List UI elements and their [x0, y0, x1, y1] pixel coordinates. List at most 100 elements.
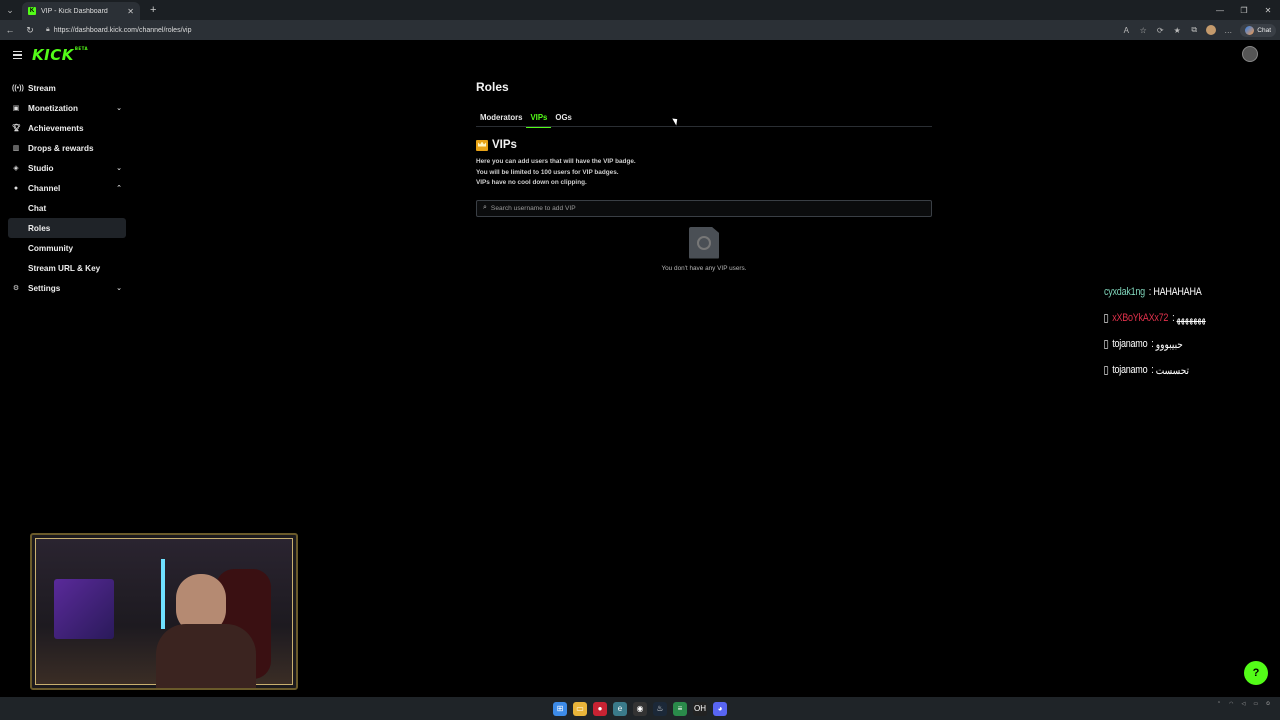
webcam-feed	[30, 533, 298, 690]
tab-moderators[interactable]: Moderators	[476, 113, 526, 127]
user-avatar[interactable]	[1242, 46, 1258, 62]
sidebar-item-chat[interactable]: Chat	[8, 198, 126, 218]
sidebar-item-label: Drops & rewards	[28, 143, 94, 153]
sidebar: ((•)) Stream ▣ Monetization ⌄ 🏆︎ Achieve…	[8, 78, 126, 298]
copilot-icon	[1245, 25, 1255, 35]
chat-separator: :	[1169, 312, 1177, 324]
search-icon: ⌕	[483, 204, 487, 211]
sidebar-item-channel[interactable]: ● Channel ⌃	[8, 178, 126, 198]
sidebar-item-stream-url-key[interactable]: Stream URL & Key	[8, 258, 126, 278]
search-box[interactable]: ⌕	[476, 199, 932, 217]
chat-bubble-icon: ?	[1252, 667, 1260, 679]
back-arrow-icon[interactable]: ←	[4, 24, 16, 36]
read-aloud-icon[interactable]: A	[1121, 25, 1131, 35]
chat-text: حبيبووو	[1155, 338, 1183, 351]
battery-icon[interactable]: ▭	[1253, 701, 1258, 707]
page-title: Roles	[476, 80, 509, 94]
webcam-frame	[35, 538, 293, 688]
sidebar-item-achievements[interactable]: 🏆︎ Achievements	[8, 118, 126, 138]
sidebar-item-stream[interactable]: ((•)) Stream	[8, 78, 126, 98]
chat-badge-icon	[1104, 365, 1109, 375]
more-options-icon[interactable]: …	[1223, 25, 1233, 35]
chevron-down-icon: ⌄	[116, 285, 122, 292]
window-close-icon[interactable]: ✕	[1256, 0, 1280, 20]
sidebar-item-studio[interactable]: ◈ Studio ⌄	[8, 158, 126, 178]
restore-icon[interactable]: ❐	[1232, 0, 1256, 20]
volume-icon[interactable]: ◁	[1242, 701, 1246, 707]
kick-logo[interactable]: KICKBETA	[32, 46, 88, 64]
system-tray: ⌃ ◠ ◁ ▭ ⏲	[1217, 701, 1270, 707]
url-text: https://dashboard.kick.com/channel/roles…	[53, 26, 192, 34]
browser-tabbar: ⌄ K VIP - Kick Dashboard ✕ + — ❐ ✕	[0, 0, 1280, 20]
collections-icon[interactable]: ⧉	[1189, 25, 1199, 35]
sidebar-item-settings[interactable]: ⚙ Settings ⌄	[8, 278, 126, 298]
vip-description: Here you can add users that will have th…	[476, 157, 932, 189]
url-field[interactable]: 🔒︎ https://dashboard.kick.com/channel/ro…	[44, 23, 1104, 37]
address-bar: ← ↻ 🔒︎ https://dashboard.kick.com/channe…	[0, 20, 1280, 40]
chat-support-button[interactable]: ?	[1244, 661, 1268, 685]
chat-separator: :	[1148, 364, 1156, 376]
minimize-icon[interactable]: —	[1208, 0, 1232, 20]
lock-icon: 🔒︎	[46, 26, 50, 33]
section-title: VIPs	[492, 139, 517, 151]
obs-icon[interactable]: ◉	[633, 701, 647, 716]
sidebar-item-label: Stream URL & Key	[28, 263, 101, 273]
chat-text: HAHAHAHA	[1153, 286, 1202, 298]
hamburger-menu-icon[interactable]	[13, 51, 22, 60]
tab-actions-menu-icon[interactable]: ⌄	[0, 0, 20, 20]
description-line: Here you can add users that will have th…	[476, 158, 636, 165]
tab-ogs[interactable]: OGs	[551, 113, 575, 127]
chat-username: tojanamo	[1112, 338, 1148, 350]
oh-app-icon[interactable]: OH	[693, 701, 707, 716]
app-red-icon[interactable]: ●	[593, 701, 607, 716]
file-explorer-icon[interactable]: ▭	[573, 701, 587, 716]
logo-beta: BETA	[74, 46, 89, 51]
close-tab-icon[interactable]: ✕	[127, 7, 134, 16]
favorites-icon[interactable]: ★	[1172, 25, 1182, 35]
sidebar-item-label: Settings	[28, 283, 61, 293]
favorite-star-icon[interactable]: ☆	[1138, 25, 1148, 35]
search-input[interactable]	[490, 204, 911, 212]
wifi-icon[interactable]: ◠	[1229, 701, 1233, 707]
tray-chevron-icon[interactable]: ⌃	[1217, 701, 1221, 707]
chat-username: cyxdak1ng	[1104, 286, 1145, 298]
main-content: Roles Moderators VIPs OGs VIPs Here you …	[476, 80, 932, 272]
roles-tabs: Moderators VIPs OGs	[476, 113, 932, 128]
window-controls: — ❐ ✕	[1208, 0, 1280, 20]
chat-badge-icon	[1104, 339, 1109, 349]
broadcast-icon: ((•))	[12, 84, 24, 92]
chevron-down-icon: ⌄	[116, 105, 122, 112]
chat-message: cyxdak1ng : HAHAHAHA	[1104, 279, 1235, 305]
sidebar-item-label: Achievements	[28, 123, 84, 133]
app-header: KICKBETA	[0, 40, 1280, 70]
new-tab-plus-icon[interactable]: +	[150, 4, 156, 16]
gift-icon: ▥	[12, 145, 20, 152]
light-bar-image	[161, 559, 165, 629]
gear-icon: ⚙	[12, 285, 20, 292]
sidebar-item-label: Roles	[28, 223, 51, 233]
screen: ⌄ K VIP - Kick Dashboard ✕ + — ❐ ✕ ← ↻ 🔒…	[0, 0, 1280, 720]
profile-avatar-icon[interactable]	[1206, 25, 1217, 35]
description-line: VIPs have no cool down on clipping.	[476, 179, 587, 186]
extension-icon[interactable]: ⟳	[1155, 25, 1165, 35]
edge-browser-icon[interactable]: e	[613, 701, 627, 716]
chat-username: tojanamo	[1112, 364, 1148, 376]
trophy-icon: 🏆︎	[12, 125, 21, 132]
discord-icon[interactable]: ◕	[713, 701, 727, 716]
windows-start-icon[interactable]: ⊞	[553, 701, 567, 716]
empty-search-file-icon	[689, 226, 719, 259]
sidebar-item-roles[interactable]: Roles	[8, 218, 126, 238]
copilot-chat-button[interactable]: Chat	[1240, 23, 1276, 37]
sidebar-item-community[interactable]: Community	[8, 238, 126, 258]
tab-vips[interactable]: VIPs	[526, 113, 552, 128]
vip-crown-icon	[476, 139, 488, 151]
clock[interactable]: ⏲	[1266, 701, 1270, 707]
steam-icon[interactable]: ♨	[653, 701, 667, 716]
sidebar-item-drops-rewards[interactable]: ▥ Drops & rewards	[8, 138, 126, 158]
browser-tab-active[interactable]: K VIP - Kick Dashboard ✕	[22, 2, 140, 20]
chat-separator: :	[1146, 286, 1154, 298]
section-header: VIPs	[476, 139, 932, 151]
sidebar-item-monetization[interactable]: ▣ Monetization ⌄	[8, 98, 126, 118]
refresh-icon[interactable]: ↻	[24, 24, 36, 36]
app-green-icon[interactable]: ≡	[673, 701, 687, 716]
